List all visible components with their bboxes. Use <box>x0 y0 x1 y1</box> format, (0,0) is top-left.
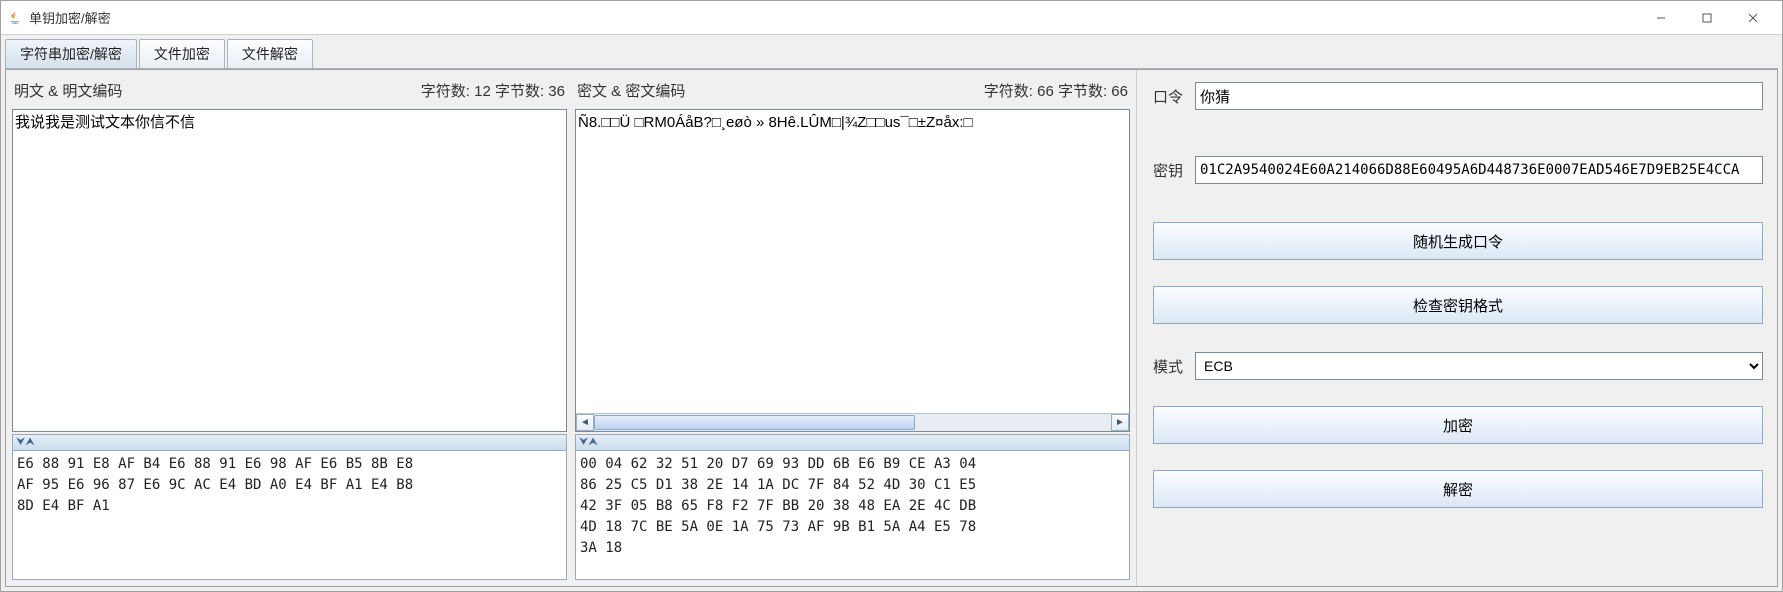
ciphertext-label: 密文 & 密文编码 <box>577 80 685 101</box>
maximize-button[interactable] <box>1684 1 1730 34</box>
mode-label: 模式 <box>1153 356 1195 377</box>
mode-select[interactable]: ECB <box>1195 352 1763 380</box>
tab-file-encrypt[interactable]: 文件加密 <box>139 39 225 68</box>
decrypt-button[interactable]: 解密 <box>1153 470 1763 508</box>
plaintext-area-wrap <box>12 109 567 432</box>
left-column: 明文 & 明文编码 字符数: 12 字节数: 36 ⮟⮝ E6 88 91 E8… <box>6 70 1137 586</box>
ciphertext-panel: 密文 & 密文编码 字符数: 66 字节数: 66 ◄ ► ⮟⮝ 00 04 6… <box>575 78 1130 580</box>
mode-row: 模式 ECB <box>1153 352 1763 380</box>
minimize-icon <box>1656 13 1666 23</box>
ciphertext-hex[interactable]: 00 04 62 32 51 20 D7 69 93 DD 6B E6 B9 C… <box>575 450 1130 580</box>
key-input[interactable] <box>1195 156 1763 184</box>
tab-file-decrypt[interactable]: 文件解密 <box>227 39 313 68</box>
tab-string-crypt[interactable]: 字符串加密/解密 <box>5 39 137 68</box>
key-label: 密钥 <box>1153 160 1195 181</box>
plaintext-textarea[interactable] <box>13 110 566 431</box>
plaintext-label: 明文 & 明文编码 <box>14 80 122 101</box>
plaintext-header: 明文 & 明文编码 字符数: 12 字节数: 36 <box>12 78 567 109</box>
ciphertext-header: 密文 & 密文编码 字符数: 66 字节数: 66 <box>575 78 1130 109</box>
scroll-track[interactable] <box>594 414 1111 431</box>
password-input[interactable] <box>1195 82 1763 110</box>
ciphertext-hscroll[interactable]: ◄ ► <box>576 413 1129 431</box>
password-row: 口令 <box>1153 82 1763 110</box>
ciphertext-textarea[interactable] <box>576 110 1129 413</box>
generate-password-button[interactable]: 随机生成口令 <box>1153 222 1763 260</box>
window-controls <box>1638 1 1776 34</box>
plaintext-hex-head[interactable]: ⮟⮝ <box>12 434 567 450</box>
ciphertext-area-wrap: ◄ ► <box>575 109 1130 432</box>
maximize-icon <box>1702 13 1712 23</box>
plaintext-count: 字符数: 12 字节数: 36 <box>421 80 565 101</box>
close-button[interactable] <box>1730 1 1776 34</box>
body-area: 明文 & 明文编码 字符数: 12 字节数: 36 ⮟⮝ E6 88 91 E8… <box>5 69 1778 587</box>
check-key-format-button[interactable]: 检查密钥格式 <box>1153 286 1763 324</box>
right-column: 口令 密钥 随机生成口令 检查密钥格式 模式 ECB 加密 解密 <box>1137 70 1777 586</box>
plaintext-panel: 明文 & 明文编码 字符数: 12 字节数: 36 ⮟⮝ E6 88 91 E8… <box>12 78 567 580</box>
window-title: 单钥加密/解密 <box>29 8 111 27</box>
title-left: 单钥加密/解密 <box>7 8 111 27</box>
minimize-button[interactable] <box>1638 1 1684 34</box>
close-icon <box>1748 13 1758 23</box>
key-row: 密钥 <box>1153 156 1763 184</box>
plaintext-hex[interactable]: E6 88 91 E8 AF B4 E6 88 91 E6 98 AF E6 B… <box>12 450 567 580</box>
ciphertext-hex-head[interactable]: ⮟⮝ <box>575 434 1130 450</box>
java-icon <box>7 10 23 26</box>
tabs-row: 字符串加密/解密 文件加密 文件解密 <box>1 38 1782 68</box>
app-window: 单钥加密/解密 字符串加密/解密 文件加密 文件解密 明文 & 明文编码 <box>0 0 1783 592</box>
titlebar: 单钥加密/解密 <box>1 1 1782 35</box>
scroll-left-button[interactable]: ◄ <box>576 414 594 431</box>
encrypt-button[interactable]: 加密 <box>1153 406 1763 444</box>
scroll-right-button[interactable]: ► <box>1111 414 1129 431</box>
ciphertext-count: 字符数: 66 字节数: 66 <box>984 80 1128 101</box>
scroll-thumb[interactable] <box>594 415 915 430</box>
password-label: 口令 <box>1153 86 1195 107</box>
